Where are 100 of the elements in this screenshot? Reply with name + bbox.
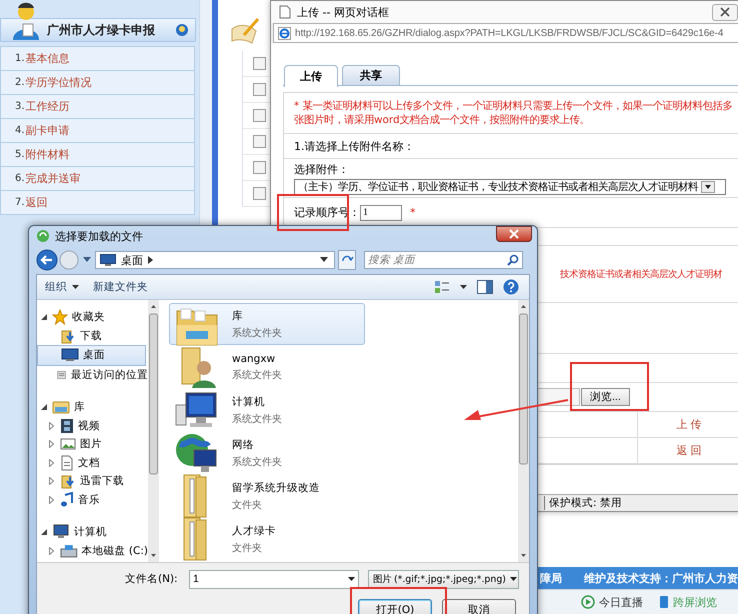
scrollbar[interactable] [518, 300, 529, 562]
file-type: 文件夹 [232, 498, 263, 512]
file-item[interactable]: 网络 系统文件夹 [169, 432, 365, 474]
caret-icon[interactable] [460, 284, 467, 290]
nav-item[interactable]: 收藏夹 [37, 308, 148, 326]
breadcrumb-item[interactable]: 桌面 [121, 252, 143, 268]
globe-icon [175, 23, 190, 37]
close-icon [509, 229, 519, 239]
checkbox[interactable] [252, 57, 266, 70]
notice-text: * 某一类证明材料可以上传多个文件，一个证明材料只需要上传一个文件，如果一个证明材料包括多张图片时，请采用word文档合成一个文件，按照附件的要求上传。 [294, 99, 734, 127]
menu-label[interactable]: 基本信息 [26, 51, 70, 66]
nav-item[interactable]: 音乐 [37, 490, 148, 509]
film-icon [60, 418, 74, 434]
drive-icon [60, 544, 78, 558]
menu-number: 5. [15, 149, 25, 160]
download-folder-icon [60, 328, 76, 344]
checkbox[interactable] [252, 83, 266, 96]
browser-icon [278, 26, 291, 40]
file-item[interactable]: 计算机 系统文件夹 [169, 389, 365, 431]
preview-pane-icon[interactable] [477, 280, 493, 294]
window-title: 上传 -- 网页对话框 [297, 4, 390, 20]
file-name: 库 [232, 308, 244, 322]
close-icon [720, 7, 730, 17]
help-icon[interactable] [503, 279, 519, 295]
close-button[interactable] [496, 226, 532, 242]
menu-item[interactable]: 1.基本信息 [0, 46, 196, 71]
cancel-button[interactable]: 取消 [442, 599, 516, 614]
menu-label[interactable]: 附件材料 [26, 147, 70, 162]
sidebar-title: 广州市人才绿卡申报 [47, 22, 156, 38]
taskbar-button[interactable]: 今日直播 [580, 594, 643, 610]
caret-icon [72, 284, 79, 290]
phone-icon [658, 595, 669, 609]
nav-item[interactable]: 库 [37, 398, 148, 416]
file-item[interactable]: 人才绿卡 文件夹 [169, 518, 365, 560]
file-item[interactable]: wangxw 系统文件夹 [169, 346, 365, 388]
toolbar-button[interactable]: 新建文件夹 [93, 280, 148, 294]
file-item[interactable]: 库 系统文件夹 [169, 303, 365, 345]
nav-item[interactable]: 图片 [37, 435, 148, 454]
checkbox[interactable] [252, 135, 266, 148]
checkbox[interactable] [252, 109, 266, 122]
menu-label[interactable]: 工作经历 [26, 99, 70, 114]
tab[interactable]: 共享 [342, 65, 400, 85]
chevron-icon [148, 256, 153, 264]
monitor-icon [61, 348, 79, 362]
file-type: 系统文件夹 [232, 412, 282, 426]
nav-item[interactable]: 计算机 [37, 523, 148, 542]
nav-item[interactable]: 桌面 [37, 345, 146, 366]
tab[interactable]: 上传 [284, 65, 338, 87]
expand-arrow-icon[interactable] [41, 314, 48, 321]
nav-item[interactable]: 本地磁盘 (C:) [37, 542, 148, 560]
play-icon [580, 595, 595, 609]
checkbox[interactable] [252, 161, 266, 174]
file-type-select[interactable]: 图片 (*.gif;*.jpg;*.jpeg;*.png) [368, 570, 519, 588]
url-text: http://192.168.65.26/GZHR/dialog.aspx?PATH=LKGL/LKSB/FRDWSB/FJCL/SC&GID=6429c16e-4 [295, 28, 724, 38]
library-folder-icon [52, 400, 70, 414]
menu-label[interactable]: 副卡申请 [26, 123, 70, 138]
dropdown-icon[interactable] [701, 180, 715, 192]
file-name: wangxw [232, 352, 276, 364]
scrollbar[interactable] [148, 300, 159, 562]
action-link[interactable]: 返 回 [638, 443, 738, 458]
caret-icon[interactable] [320, 257, 328, 263]
nav-item[interactable]: 文档 [37, 454, 148, 472]
nav-item[interactable]: 下载 [37, 326, 148, 345]
menu-number: 4. [15, 125, 25, 136]
nav-item[interactable]: 最近访问的位置 [37, 366, 148, 384]
menu-item[interactable]: 2.学历学位情况 [0, 71, 196, 95]
nav-item[interactable]: 迅雷下载 [37, 472, 148, 490]
close-button[interactable] [712, 4, 738, 20]
app-icon [36, 229, 50, 243]
checkbox[interactable] [252, 187, 266, 200]
expand-arrow-icon[interactable] [41, 404, 48, 411]
menu-label[interactable]: 学历学位情况 [26, 75, 92, 90]
refresh-button[interactable] [338, 250, 356, 270]
attachment-select[interactable]: （主卡）学历、学位证书，职业资格证书，专业技术资格证书或者相关高层次人才证明材料 [294, 178, 726, 194]
view-options-icon[interactable] [434, 279, 450, 295]
toolbar-button[interactable]: 组织 [45, 280, 79, 294]
step-label: 1.请选择上传附件名称： [294, 138, 414, 154]
music-note-icon [60, 492, 74, 508]
address-field[interactable]: 桌面 [95, 251, 335, 269]
nav-item[interactable]: 视频 [37, 416, 148, 435]
menu-item[interactable]: 4.副卡申请 [0, 119, 196, 143]
menu-number: 3. [15, 101, 25, 112]
menu-item[interactable]: 6.完成并送审 [0, 167, 196, 191]
menu-item[interactable]: 7.返回 [0, 191, 196, 215]
menu-item[interactable]: 5.附件材料 [0, 143, 196, 167]
file-item[interactable]: 留学系统升级改造 文件夹 [169, 475, 365, 517]
order-input[interactable]: 1 [360, 204, 402, 220]
browse-button[interactable]: 浏览... [581, 388, 630, 406]
action-link[interactable]: 上 传 [638, 417, 738, 432]
expand-arrow-icon[interactable] [41, 528, 48, 536]
file-name: 计算机 [232, 394, 266, 408]
menu-item[interactable]: 3.工作经历 [0, 95, 196, 119]
highlight-frame [277, 194, 349, 231]
menu-label[interactable]: 完成并送审 [26, 171, 81, 186]
menu-label[interactable]: 返回 [26, 195, 48, 210]
download-folder-icon [60, 473, 76, 490]
search-field[interactable]: 搜索 桌面 [364, 251, 523, 269]
filename-field[interactable]: 1 [189, 570, 359, 588]
back-button[interactable] [36, 249, 58, 271]
monitor-icon [100, 254, 116, 266]
